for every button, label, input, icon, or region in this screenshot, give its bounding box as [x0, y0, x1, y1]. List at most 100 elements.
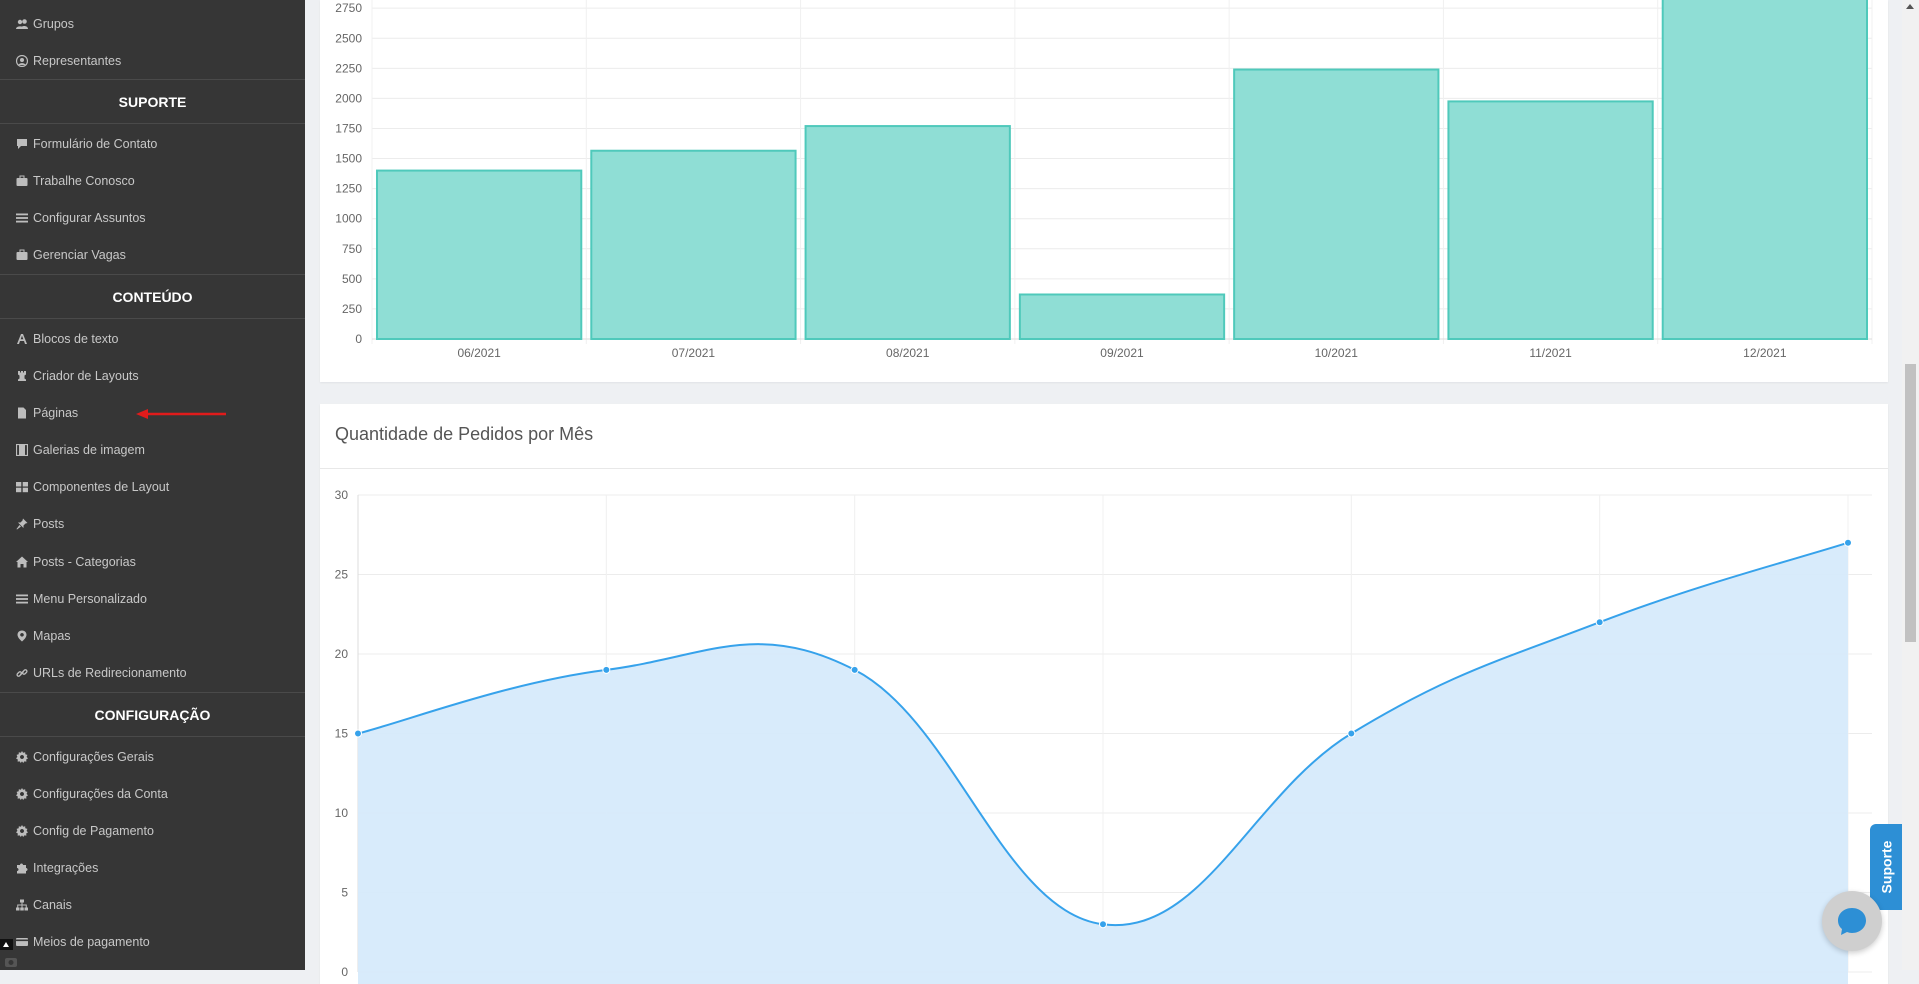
bar-y-tick-label: 1000: [335, 212, 362, 226]
sidebar-item-grupos[interactable]: Grupos: [0, 5, 305, 42]
sidebar-item-label: Blocos de texto: [33, 331, 119, 346]
sidebar-item-urls-de-redirecionamento[interactable]: URLs de Redirecionamento: [0, 654, 305, 691]
support-tab-button[interactable]: Suporte: [1870, 824, 1902, 910]
scroll-up-arrow-icon[interactable]: [1906, 4, 1914, 9]
bar-y-tick-label: 2250: [335, 61, 362, 75]
bar-y-tick-label: 1750: [335, 121, 362, 135]
sidebar-item-label: Config de Pagamento: [33, 824, 154, 839]
sidebar-item-label: Representantes: [33, 53, 122, 68]
line-point[interactable]: [850, 665, 859, 674]
chess-rook-icon: [15, 369, 29, 383]
line-point[interactable]: [1099, 920, 1107, 929]
map-marker-icon: [15, 629, 29, 643]
sidebar-item-label: Configurar Assuntos: [33, 210, 146, 225]
red-annotation-arrow: [136, 409, 226, 419]
bar[interactable]: [376, 169, 583, 340]
sidebar-item-label: Posts - Categorias: [33, 554, 136, 569]
line-point[interactable]: [1844, 538, 1852, 547]
briefcase-icon: [15, 248, 29, 262]
line-y-tick-label: 30: [335, 488, 349, 502]
sidebar-item-configuracoes-da-conta[interactable]: Configurações da Conta: [0, 776, 305, 813]
sidebar-item-label: Componentes de Layout: [33, 480, 170, 495]
sidebar-section-heading: SUPORTE: [0, 79, 305, 124]
sidebar-item-label: Canais: [33, 898, 72, 913]
line-y-tick-label: 25: [335, 568, 349, 582]
chat-bubble-button[interactable]: [1822, 891, 1882, 951]
list-icon: [15, 592, 29, 606]
sidebar-item-config-de-pagamento[interactable]: Config de Pagamento: [0, 813, 305, 850]
bar-y-tick-label: 0: [355, 332, 362, 346]
sidebar-item-posts[interactable]: Posts: [0, 506, 305, 543]
line-point[interactable]: [602, 665, 611, 674]
sidebar-item-configurar-assuntos[interactable]: Configurar Assuntos: [0, 199, 305, 236]
bar-y-tick-label: 2750: [335, 1, 362, 15]
chat-bubble-icon: [1838, 908, 1866, 935]
th-large-icon: [15, 480, 29, 494]
line-point[interactable]: [1595, 618, 1604, 627]
sidebar-item-integracoes[interactable]: Integrações: [0, 850, 305, 887]
sidebar-item-gerenciar-vagas[interactable]: Gerenciar Vagas: [0, 236, 305, 273]
sidebar-item-label: Formulário de Contato: [33, 136, 158, 151]
sidebar-item-label: URLs de Redirecionamento: [33, 665, 187, 680]
sitemap-icon: [15, 898, 29, 912]
sidebar-item-label: Configurações Gerais: [33, 749, 154, 764]
puzzle-icon: [15, 861, 29, 875]
support-tab-label: Suporte: [1878, 840, 1895, 894]
sidebar-item-componentes-de-layout[interactable]: Componentes de Layout: [0, 469, 305, 506]
line-point[interactable]: [1347, 729, 1356, 738]
sidebar-item-configuracoes-gerais[interactable]: Configurações Gerais: [0, 738, 305, 775]
bar[interactable]: [1018, 293, 1226, 341]
file-icon: [15, 406, 29, 420]
gear-icon: [15, 787, 29, 801]
sidebar-item-trabalhe-conosco[interactable]: Trabalhe Conosco: [0, 162, 305, 199]
line-y-tick-label: 20: [335, 647, 349, 661]
comment-icon: [15, 137, 29, 151]
bar-x-tick-label: 07/2021: [672, 346, 716, 360]
users-icon: [15, 17, 29, 31]
sidebar-section-heading: CONFIGURAÇÃO: [0, 692, 305, 738]
font-icon: [15, 332, 29, 346]
sidebar-item-label: Menu Personalizado: [33, 591, 147, 606]
page-scrollbar[interactable]: [1902, 0, 1919, 970]
line-y-tick-label: 10: [335, 806, 349, 820]
sidebar-item-criador-de-layouts[interactable]: Criador de Layouts: [0, 358, 305, 395]
sidebar-item-label: Meios de pagamento: [33, 935, 150, 950]
scroll-thumb[interactable]: [1905, 364, 1916, 642]
line-chart: 0 5 10 15 20 25 30: [335, 488, 1872, 984]
bar-y-tick-label: 500: [342, 272, 362, 286]
sidebar-item-label: Integrações: [33, 861, 99, 876]
line-point[interactable]: [354, 729, 362, 738]
bar[interactable]: [1233, 68, 1440, 340]
sidebar-item-formulario-de-contato[interactable]: Formulário de Contato: [0, 125, 305, 162]
bar[interactable]: [1661, 0, 1868, 340]
sidebar-item-blocos-de-texto[interactable]: Blocos de texto: [0, 320, 305, 357]
sidebar-item-representantes[interactable]: Representantes: [0, 42, 305, 79]
list-icon: [15, 211, 29, 225]
sidebar-item-label: Criador de Layouts: [33, 369, 139, 383]
thumbtack-icon: [15, 517, 29, 531]
home-icon: [15, 555, 29, 569]
link-icon: [15, 666, 29, 680]
bar[interactable]: [804, 125, 1011, 340]
gear-icon: [15, 824, 29, 838]
sidebar: Grupos Representantes SUPORTE Formulário de…: [0, 0, 305, 970]
sidebar-item-mapas[interactable]: Mapas: [0, 617, 305, 654]
briefcase-icon: [15, 174, 29, 188]
line-y-tick-label: 5: [341, 886, 348, 900]
bar-y-tick-label: 750: [342, 242, 362, 256]
sidebar-item-meios-de-pagamento[interactable]: Meios de pagamento: [0, 924, 305, 961]
bar-x-tick-label: 09/2021: [1100, 346, 1144, 360]
sidebar-item-canais[interactable]: Canais: [0, 887, 305, 924]
sidebar-item-menu-personalizado[interactable]: Menu Personalizado: [0, 580, 305, 617]
bar[interactable]: [590, 149, 797, 340]
line-y-tick-label: 0: [341, 965, 348, 979]
bar[interactable]: [1447, 100, 1654, 340]
sidebar-item-posts-categorias[interactable]: Posts - Categorias: [0, 543, 305, 580]
bar-y-tick-label: 250: [342, 302, 362, 316]
film-icon: [15, 443, 29, 457]
line-y-tick-label: 15: [335, 727, 349, 741]
bar-y-tick-label: 2500: [335, 31, 362, 45]
sidebar-item-galerias-de-imagem[interactable]: Galerias de imagem: [0, 432, 305, 469]
bar-x-tick-label: 12/2021: [1743, 346, 1787, 360]
sidebar-item-label: Posts: [33, 517, 65, 532]
